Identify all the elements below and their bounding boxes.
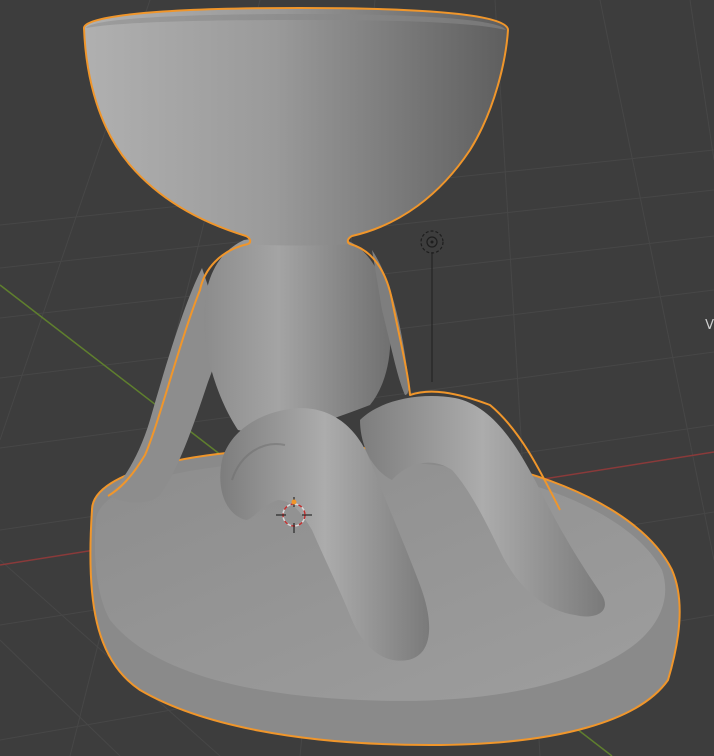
viewport-canvas[interactable] — [0, 0, 714, 756]
3d-viewport[interactable]: V — [0, 0, 714, 756]
viewport-edge-glyph: V — [705, 318, 714, 333]
torso — [203, 237, 391, 433]
